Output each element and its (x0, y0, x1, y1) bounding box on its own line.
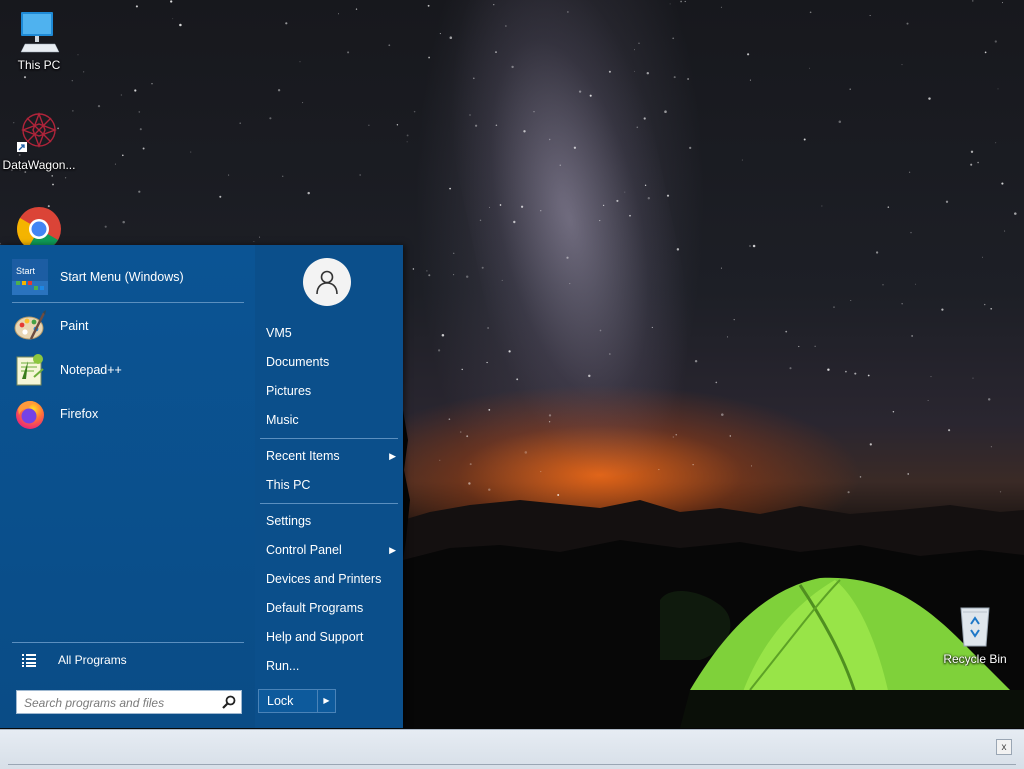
pinned-label: Firefox (60, 407, 99, 421)
start-menu-programs-pane: Start Start Menu (Windows) Paint Notepad… (0, 245, 255, 728)
pinned-label: Start Menu (Windows) (60, 270, 184, 284)
menu-item-label: Help and Support (266, 630, 364, 644)
close-icon: x (1001, 742, 1007, 753)
menu-item-label: Documents (266, 355, 330, 369)
menu-item-label: This PC (266, 478, 311, 492)
lock-button[interactable]: Lock (258, 689, 318, 713)
notepadpp-icon (12, 352, 48, 388)
pinned-paint[interactable]: Paint (12, 306, 244, 346)
start-menu-app-icon: Start (12, 259, 48, 295)
firefox-icon (12, 396, 48, 432)
search-icon[interactable] (222, 695, 236, 709)
desktop-icon-label: DataWagon... (2, 158, 76, 172)
menu-item-recent-items[interactable]: Recent Items ▶ (266, 445, 396, 467)
pinned-firefox[interactable]: Firefox (12, 394, 244, 434)
paint-icon (12, 308, 48, 344)
lock-label: Lock (267, 694, 294, 708)
menu-item-label: Run... (266, 659, 300, 673)
menu-item-default-programs[interactable]: Default Programs (266, 597, 396, 619)
menu-item-label: Music (266, 413, 299, 427)
monitor-icon (20, 12, 60, 53)
desktop-icon-label: This PC (17, 58, 61, 72)
search-box[interactable] (16, 690, 242, 714)
separator (12, 302, 244, 303)
all-programs-button[interactable]: All Programs (12, 645, 244, 675)
menu-item-music[interactable]: Music (266, 409, 396, 431)
taskbar-close-button[interactable]: x (996, 739, 1012, 755)
pinned-start-menu-windows[interactable]: Start Start Menu (Windows) (12, 257, 244, 297)
all-programs-label: All Programs (58, 653, 127, 667)
menu-item-label: Control Panel (266, 543, 342, 557)
menu-item-run[interactable]: Run... (266, 655, 396, 677)
desktop-icon-label: Recycle Bin (943, 652, 1007, 666)
menu-item-label: Recent Items (266, 449, 340, 463)
datawagon-icon (17, 112, 57, 152)
chevron-right-icon: ▶ (323, 696, 330, 705)
search-input[interactable] (22, 692, 216, 714)
start-tile-text: Start (16, 266, 36, 276)
pinned-notepadpp[interactable]: Notepad++ (12, 350, 244, 390)
desktop-icon-datawagon[interactable]: DataWagon... (1, 108, 77, 172)
menu-item-devices-and-printers[interactable]: Devices and Printers (266, 568, 396, 590)
pinned-label: Paint (60, 319, 89, 333)
start-menu: Start Start Menu (Windows) Paint Notepad… (0, 245, 403, 728)
menu-item-label: Default Programs (266, 601, 364, 615)
separator (260, 438, 398, 439)
menu-item-control-panel[interactable]: Control Panel ▶ (266, 539, 396, 561)
menu-item-label: Pictures (266, 384, 312, 398)
pinned-label: Notepad++ (60, 363, 122, 377)
taskbar: x (0, 729, 1024, 769)
submenu-arrow-icon: ▶ (389, 545, 396, 555)
menu-item-label: Settings (266, 514, 312, 528)
user-name-link[interactable]: VM5 (266, 322, 396, 344)
list-icon (22, 654, 36, 667)
user-name: VM5 (266, 326, 292, 340)
menu-item-this-pc[interactable]: This PC (266, 474, 396, 496)
menu-item-documents[interactable]: Documents (266, 351, 396, 373)
user-avatar[interactable] (303, 258, 351, 306)
separator (12, 642, 244, 643)
taskbar-divider (8, 764, 1016, 765)
menu-item-pictures[interactable]: Pictures (266, 380, 396, 402)
menu-item-help-and-support[interactable]: Help and Support (266, 626, 396, 648)
recycle-bin-icon (960, 607, 990, 647)
shutdown-options-arrow-button[interactable]: ▶ (317, 689, 336, 713)
menu-item-label: Devices and Printers (266, 572, 382, 586)
menu-item-settings[interactable]: Settings (266, 510, 396, 532)
separator (260, 503, 398, 504)
start-menu-places-pane: VM5 Documents Pictures Music Recent Item… (255, 245, 403, 728)
desktop-icon-recycle-bin[interactable]: Recycle Bin (937, 602, 1013, 666)
desktop-icon-this-pc[interactable]: This PC (1, 8, 77, 72)
submenu-arrow-icon: ▶ (389, 451, 396, 461)
user-icon (316, 270, 338, 295)
